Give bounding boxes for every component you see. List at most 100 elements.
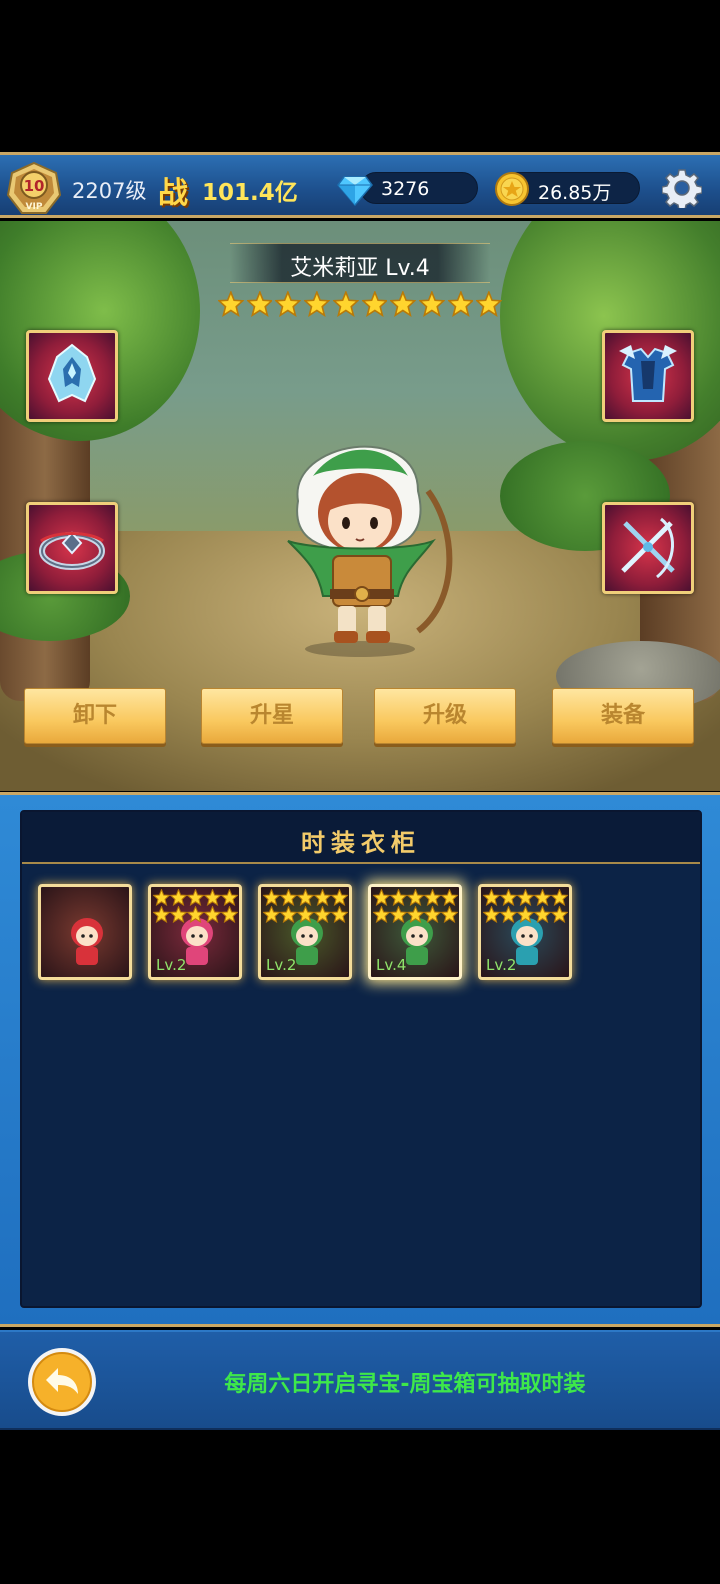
helmet-icon bbox=[47, 343, 97, 403]
star-icon bbox=[407, 889, 424, 906]
armor-icon bbox=[619, 345, 677, 402]
star-icon bbox=[280, 906, 297, 923]
star-icon bbox=[361, 291, 388, 317]
star-icon bbox=[153, 906, 170, 923]
star-icon bbox=[280, 889, 297, 906]
star-icon bbox=[534, 906, 551, 923]
equip-slot-armor[interactable] bbox=[602, 330, 694, 422]
gold-coin-icon bbox=[495, 172, 529, 206]
star-icon bbox=[373, 889, 390, 906]
gem-counter[interactable]: 3276 bbox=[360, 172, 478, 204]
costume-star-rating bbox=[153, 889, 239, 923]
star-icon bbox=[170, 906, 187, 923]
ring-icon bbox=[39, 531, 105, 570]
vip-badge-icon[interactable]: 10 VIP bbox=[6, 161, 62, 217]
star-icon bbox=[297, 906, 314, 923]
equip-slot-helmet[interactable] bbox=[26, 330, 118, 422]
star-icon bbox=[517, 906, 534, 923]
star-icon bbox=[153, 889, 170, 906]
top-status-bar: 10 VIP 2207级 战 101.4亿 3276 26.85万 bbox=[0, 152, 720, 218]
bottom-bar: 每周六日开启寻宝-周宝箱可抽取时装 bbox=[0, 1330, 720, 1430]
star-icon bbox=[500, 889, 517, 906]
star-icon bbox=[551, 906, 568, 923]
star-icon bbox=[441, 889, 458, 906]
wardrobe-frame: 时装衣柜 Lv.2 Lv.2 Lv.4 Lv.2 bbox=[0, 792, 720, 1327]
star-icon bbox=[246, 291, 273, 317]
star-icon bbox=[263, 906, 280, 923]
hero-name-banner: 艾米莉亚 Lv.4 bbox=[230, 243, 490, 283]
star-icon bbox=[204, 906, 221, 923]
unequip-button[interactable]: 卸下 bbox=[24, 688, 166, 744]
screen: 10 VIP 2207级 战 101.4亿 3276 26.85万 艾米莉亚 L… bbox=[0, 0, 720, 1584]
wardrobe-header: 时装衣柜 bbox=[22, 812, 700, 864]
star-icon bbox=[314, 906, 331, 923]
vip-level: 10 bbox=[24, 177, 45, 195]
level-up-button[interactable]: 升级 bbox=[374, 688, 516, 744]
star-icon bbox=[534, 889, 551, 906]
star-icon bbox=[390, 291, 416, 317]
star-icon bbox=[500, 906, 517, 923]
star-icon bbox=[483, 889, 500, 906]
star-icon bbox=[551, 889, 568, 906]
star-icon bbox=[187, 889, 204, 906]
costume-star-rating bbox=[483, 889, 569, 923]
costume-card[interactable]: Lv.2 bbox=[148, 884, 242, 980]
star-icon bbox=[483, 906, 500, 923]
equip-slot-weapon[interactable] bbox=[602, 502, 694, 594]
star-icon bbox=[263, 889, 280, 906]
star-icon bbox=[424, 906, 441, 923]
star-icon bbox=[476, 291, 503, 317]
star-up-button[interactable]: 升星 bbox=[201, 688, 343, 744]
costume-card[interactable]: Lv.4 bbox=[368, 884, 462, 980]
power-value: 101.4亿 bbox=[202, 180, 298, 206]
star-icon bbox=[221, 906, 238, 923]
svg-text:VIP: VIP bbox=[26, 202, 43, 212]
hero-name: 艾米莉亚 Lv.4 bbox=[290, 256, 430, 281]
hero-character bbox=[287, 445, 453, 657]
star-icon bbox=[447, 291, 474, 317]
costume-level: Lv.2 bbox=[266, 956, 297, 974]
star-icon bbox=[221, 889, 238, 906]
star-icon bbox=[331, 889, 348, 906]
star-icon bbox=[373, 906, 390, 923]
hero-star-rating bbox=[218, 291, 503, 321]
star-icon bbox=[424, 889, 441, 906]
equip-slot-ring[interactable] bbox=[26, 502, 118, 594]
star-icon bbox=[304, 291, 330, 317]
costume-character-icon bbox=[71, 918, 103, 965]
costume-level: Lv.2 bbox=[486, 956, 517, 974]
power-label: 战 bbox=[158, 176, 188, 211]
star-icon bbox=[297, 889, 314, 906]
star-icon bbox=[418, 291, 445, 317]
costume-level: Lv.2 bbox=[156, 956, 187, 974]
star-icon bbox=[407, 906, 424, 923]
costume-card[interactable]: Lv.2 bbox=[258, 884, 352, 980]
player-level: 2207级 bbox=[72, 179, 147, 203]
costume-level: Lv.4 bbox=[376, 956, 407, 974]
gem-value: 3276 bbox=[381, 178, 430, 200]
hero-scene: 艾米莉亚 Lv.4 卸下 升星 升级 装备 bbox=[0, 221, 720, 791]
costume-star-rating bbox=[373, 889, 459, 923]
star-icon bbox=[170, 889, 187, 906]
wardrobe-panel: 时装衣柜 Lv.2 Lv.2 Lv.4 Lv.2 bbox=[20, 810, 702, 1308]
star-icon bbox=[314, 889, 331, 906]
star-icon bbox=[218, 291, 244, 317]
gear-icon[interactable] bbox=[662, 168, 702, 208]
weapon-icon bbox=[621, 517, 675, 579]
wardrobe-title: 时装衣柜 bbox=[301, 829, 421, 857]
star-icon bbox=[390, 889, 407, 906]
star-icon bbox=[275, 291, 302, 317]
back-arrow-icon[interactable] bbox=[26, 1346, 98, 1418]
star-icon bbox=[441, 906, 458, 923]
diamond-icon bbox=[337, 176, 373, 207]
coin-value: 26.85万 bbox=[538, 182, 612, 204]
equip-button[interactable]: 装备 bbox=[552, 688, 694, 744]
costume-card[interactable]: Lv.2 bbox=[478, 884, 572, 980]
treasure-tip: 每周六日开启寻宝-周宝箱可抽取时装 bbox=[224, 1372, 586, 1397]
star-icon bbox=[204, 889, 221, 906]
star-icon bbox=[331, 906, 348, 923]
costume-card[interactable] bbox=[38, 884, 132, 980]
star-icon bbox=[390, 906, 407, 923]
costume-star-rating bbox=[263, 889, 349, 923]
star-icon bbox=[517, 889, 534, 906]
